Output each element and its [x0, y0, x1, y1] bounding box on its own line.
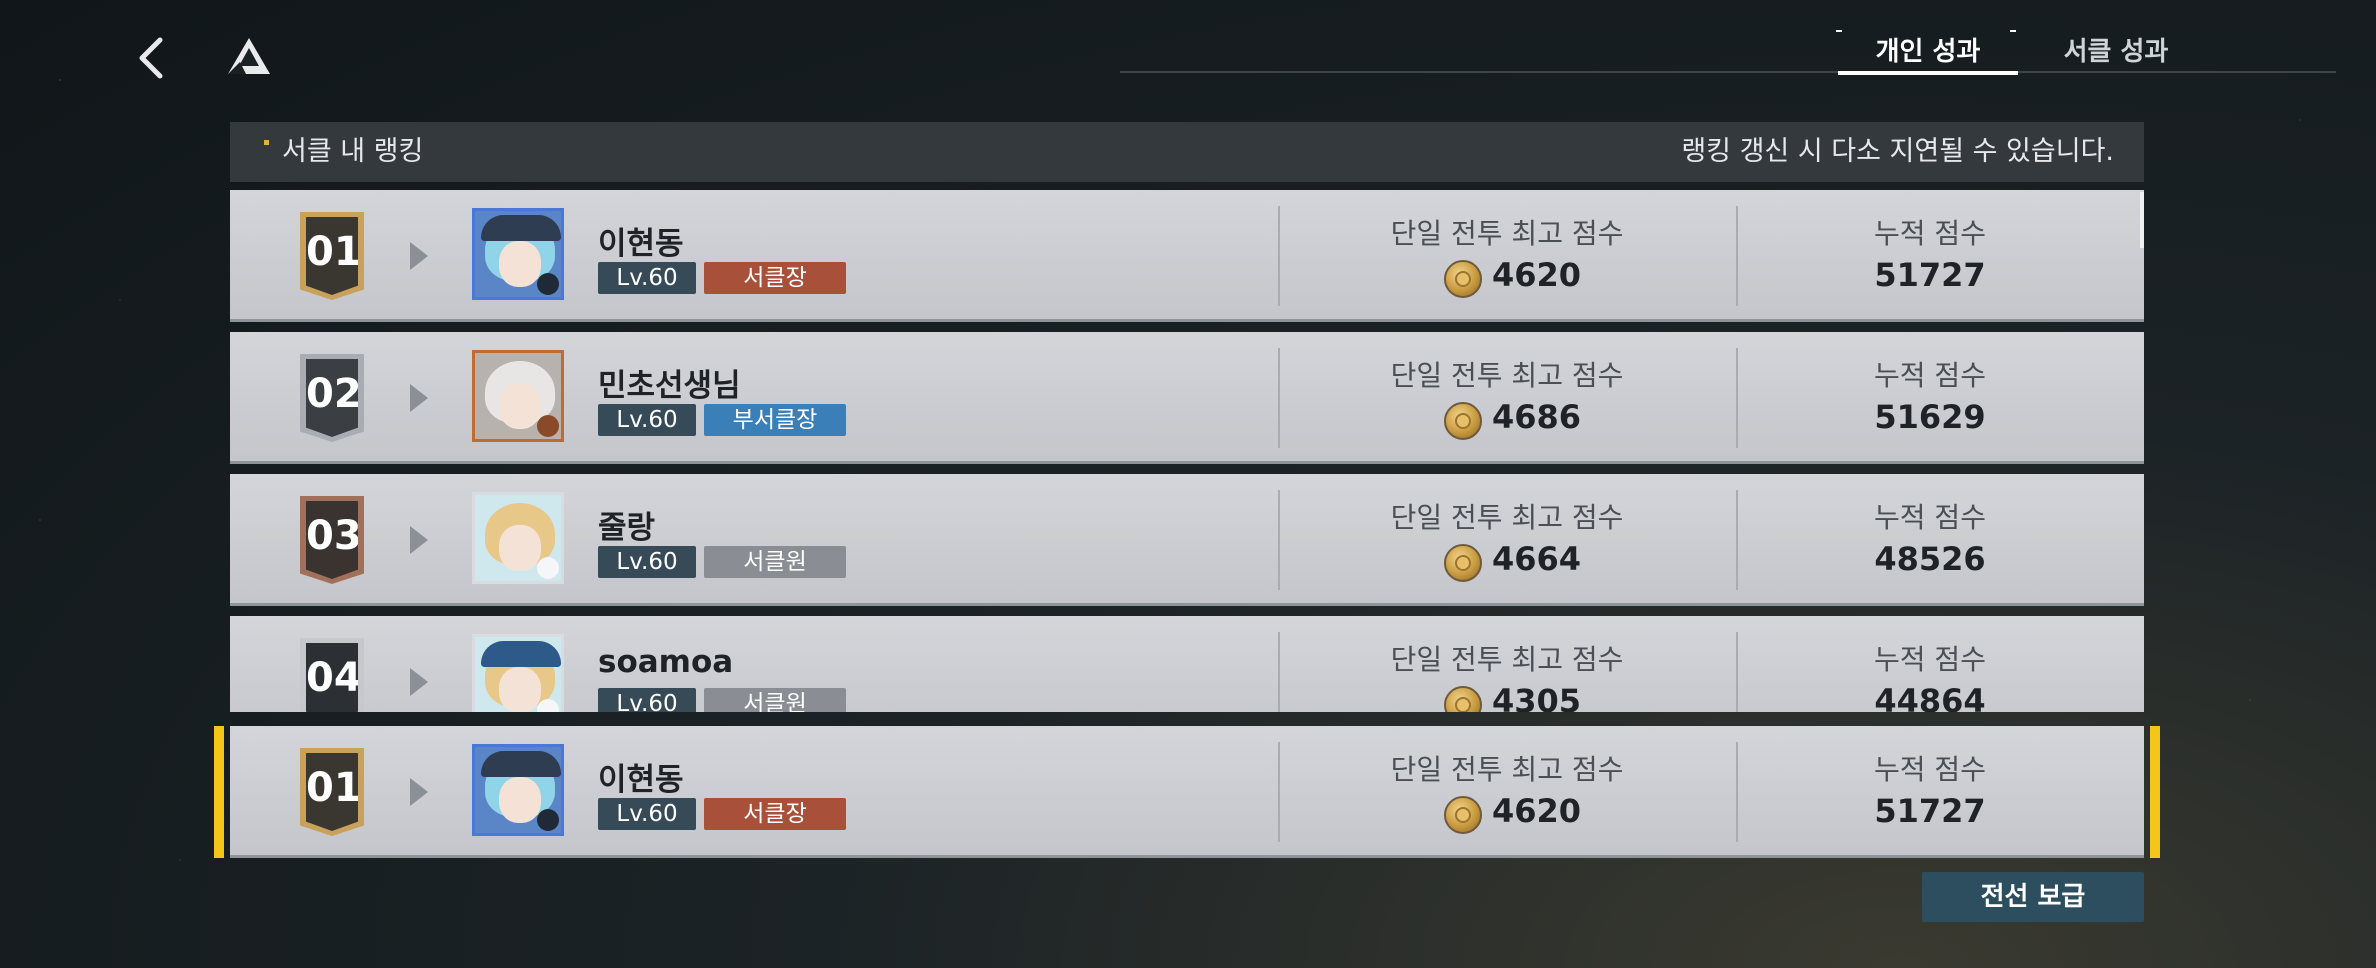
rank-badge: 02: [300, 354, 364, 442]
best-score-label: 단일 전투 최고 점수: [1390, 501, 1624, 534]
role-badge: 서클원: [704, 688, 846, 712]
role-badge: 부서클장: [704, 404, 846, 436]
level-badge: Lv.60: [598, 404, 696, 436]
avatar[interactable]: [472, 350, 564, 442]
highlight-bar: [214, 726, 224, 858]
medal-icon: [1444, 260, 1482, 298]
ranking-title: 서클 내 랭킹: [282, 136, 424, 167]
expand-arrow-icon[interactable]: [410, 384, 428, 412]
ranking-row[interactable]: 01 이현동 Lv.60 서클장 단일 전투 최고 점수 4620 누적 점수 …: [230, 190, 2144, 322]
triangle-logo-icon[interactable]: [226, 36, 272, 78]
player-name: soamoa: [598, 644, 734, 680]
best-score-value: 4620: [1492, 792, 1582, 830]
total-score-value: 44864: [1874, 682, 1986, 712]
total-score-label: 누적 점수: [1874, 359, 1986, 392]
ranking-header: 서클 내 랭킹 랭킹 갱신 시 다소 지연될 수 있습니다.: [230, 122, 2144, 182]
tab-personal-performance[interactable]: 개인 성과: [1838, 30, 2018, 75]
rank-badge: 01: [300, 212, 364, 300]
rank-badge: 03: [300, 496, 364, 584]
total-score-value: 48526: [1874, 540, 1986, 578]
total-score-value: 51727: [1874, 256, 1986, 294]
best-score-label: 단일 전투 최고 점수: [1390, 753, 1624, 786]
best-score-value: 4620: [1492, 256, 1582, 294]
ranking-row[interactable]: 01 이현동 Lv.60 서클장 단일 전투 최고 점수 4620 누적 점수 …: [230, 726, 2144, 858]
avatar[interactable]: [472, 744, 564, 836]
role-badge: 서클원: [704, 546, 846, 578]
best-score-value: 4305: [1492, 682, 1582, 712]
level-badge: Lv.60: [598, 798, 696, 830]
player-name: 이현동: [598, 226, 684, 262]
total-score-label: 누적 점수: [1874, 643, 1986, 676]
best-score-label: 단일 전투 최고 점수: [1390, 217, 1624, 250]
ranking-row[interactable]: 04 soamoa Lv.60 서클원 단일 전투 최고 점수 4305 누적 …: [230, 616, 2144, 712]
best-score-label: 단일 전투 최고 점수: [1390, 643, 1624, 676]
medal-icon: [1444, 402, 1482, 440]
my-ranking-row[interactable]: 01 이현동 Lv.60 서클장 단일 전투 최고 점수 4620 누적 점수 …: [214, 726, 2160, 858]
tab-circle-performance[interactable]: 서클 성과: [2026, 30, 2206, 74]
avatar[interactable]: [472, 492, 564, 584]
ranking-delay-note: 랭킹 갱신 시 다소 지연될 수 있습니다.: [1681, 136, 2114, 167]
best-score-label: 단일 전투 최고 점수: [1390, 359, 1624, 392]
level-badge: Lv.60: [598, 546, 696, 578]
frontline-supply-button[interactable]: 전선 보급: [1922, 872, 2144, 922]
avatar[interactable]: [472, 208, 564, 300]
role-badge: 서클장: [704, 798, 846, 830]
header-marker: [264, 140, 269, 145]
expand-arrow-icon[interactable]: [410, 668, 428, 696]
rank-badge: 04: [300, 638, 364, 712]
role-badge: 서클장: [704, 262, 846, 294]
total-score-label: 누적 점수: [1874, 217, 1986, 250]
level-badge: Lv.60: [598, 688, 696, 712]
back-button[interactable]: [130, 32, 174, 84]
best-score-value: 4686: [1492, 398, 1582, 436]
medal-icon: [1444, 796, 1482, 834]
expand-arrow-icon[interactable]: [410, 526, 428, 554]
player-name: 이현동: [598, 762, 684, 798]
scrollbar-thumb[interactable]: [2140, 192, 2144, 248]
player-name: 줄랑: [598, 510, 656, 546]
total-score-label: 누적 점수: [1874, 753, 1986, 786]
rank-badge: 01: [300, 748, 364, 836]
expand-arrow-icon[interactable]: [410, 778, 428, 806]
level-badge: Lv.60: [598, 262, 696, 294]
ranking-row[interactable]: 02 민초선생님 Lv.60 부서클장 단일 전투 최고 점수 4686 누적 …: [230, 332, 2144, 464]
best-score-value: 4664: [1492, 540, 1582, 578]
player-name: 민초선생님: [598, 368, 741, 404]
total-score-value: 51629: [1874, 398, 1986, 436]
medal-icon: [1444, 686, 1482, 712]
highlight-bar: [2150, 726, 2160, 858]
ranking-row[interactable]: 03 줄랑 Lv.60 서클원 단일 전투 최고 점수 4664 누적 점수 4…: [230, 474, 2144, 606]
total-score-value: 51727: [1874, 792, 1986, 830]
avatar[interactable]: [472, 634, 564, 712]
expand-arrow-icon[interactable]: [410, 242, 428, 270]
chevron-left-icon: [139, 37, 163, 79]
medal-icon: [1444, 544, 1482, 582]
ranking-list[interactable]: 01 이현동 Lv.60 서클장 단일 전투 최고 점수 4620 누적 점수 …: [230, 190, 2144, 712]
total-score-label: 누적 점수: [1874, 501, 1986, 534]
